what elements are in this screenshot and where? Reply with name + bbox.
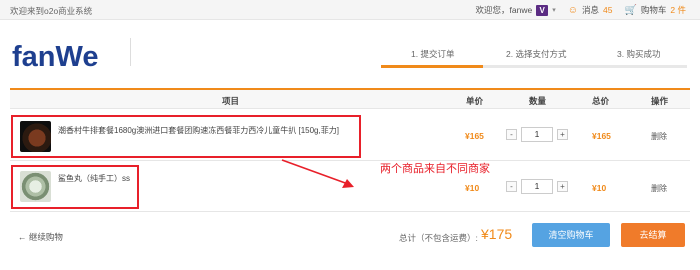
- annotation-box-product-1: [11, 115, 361, 158]
- steps-progress-bar: [381, 65, 483, 68]
- cart-icon: 🛒: [624, 4, 637, 16]
- step-submit-order: 1. 提交订单: [411, 49, 455, 59]
- step-purchase-success: 3. 购买成功: [617, 49, 661, 59]
- cart-count[interactable]: 2 件: [670, 4, 686, 16]
- decrease-button[interactable]: -: [506, 181, 517, 192]
- step-choose-payment: 2. 选择支付方式: [506, 49, 567, 59]
- welcome-text: 欢迎来到o2o商业系统: [10, 6, 93, 16]
- subtotal: ¥165: [592, 131, 611, 141]
- arrow-left-icon: ←: [18, 232, 27, 242]
- top-bar: 欢迎来到o2o商业系统 欢迎您，fanwe V ▾ ☺ 消息 45 🛒 购物车 …: [0, 0, 700, 20]
- user-icon: ☺: [567, 4, 578, 16]
- continue-shopping-link[interactable]: ← 继续购物: [18, 231, 63, 243]
- checkout-steps: 1. 提交订单 2. 选择支付方式 3. 购买成功: [381, 41, 687, 69]
- user-greeting[interactable]: 欢迎您，fanwe: [476, 4, 533, 16]
- total-value: ¥175: [481, 226, 513, 242]
- clear-cart-button[interactable]: 清空购物车: [532, 223, 610, 247]
- quantity-stepper: - 1 +: [506, 127, 570, 142]
- decrease-button[interactable]: -: [506, 129, 517, 140]
- unit-price: ¥165: [465, 131, 484, 141]
- annotation-note: 两个商品来自不同商家: [380, 163, 490, 175]
- vip-badge-icon[interactable]: V: [536, 4, 549, 16]
- annotation-arrow-icon: [281, 159, 354, 188]
- col-subtotal: 总价: [592, 96, 610, 106]
- col-price: 单价: [466, 96, 484, 106]
- col-item: 项目: [222, 96, 240, 106]
- chevron-down-icon[interactable]: ▾: [552, 6, 556, 14]
- messages-count[interactable]: 45: [603, 5, 612, 15]
- subtotal: ¥10: [592, 183, 607, 193]
- quantity-stepper: - 1 +: [506, 179, 570, 194]
- increase-button[interactable]: +: [557, 129, 568, 140]
- annotation-box-product-2: [11, 165, 139, 209]
- messages-link[interactable]: 消息: [582, 4, 599, 16]
- col-action: 操作: [651, 96, 669, 106]
- delete-link[interactable]: 删除: [651, 131, 667, 142]
- top-bar-right: 欢迎您，fanwe V ▾ ☺ 消息 45 🛒 购物车 2 件: [472, 4, 686, 16]
- total-label: 总计（不包含运费）:: [399, 233, 478, 243]
- checkout-button[interactable]: 去结算: [621, 223, 685, 247]
- increase-button[interactable]: +: [557, 181, 568, 192]
- logo-text: fanWe: [12, 41, 98, 73]
- logo-divider: [130, 38, 131, 66]
- fanwe-logo[interactable]: fanWe: [12, 38, 116, 76]
- unit-price: ¥10: [465, 183, 480, 193]
- cart-link[interactable]: 购物车: [641, 4, 667, 16]
- delete-link[interactable]: 删除: [651, 183, 667, 194]
- quantity-input[interactable]: 1: [521, 127, 553, 142]
- quantity-input[interactable]: 1: [521, 179, 553, 194]
- table-header: 项目 单价 数量 总价 操作: [10, 90, 690, 109]
- continue-shopping-label: 继续购物: [28, 232, 63, 242]
- col-quantity: 数量: [529, 96, 547, 106]
